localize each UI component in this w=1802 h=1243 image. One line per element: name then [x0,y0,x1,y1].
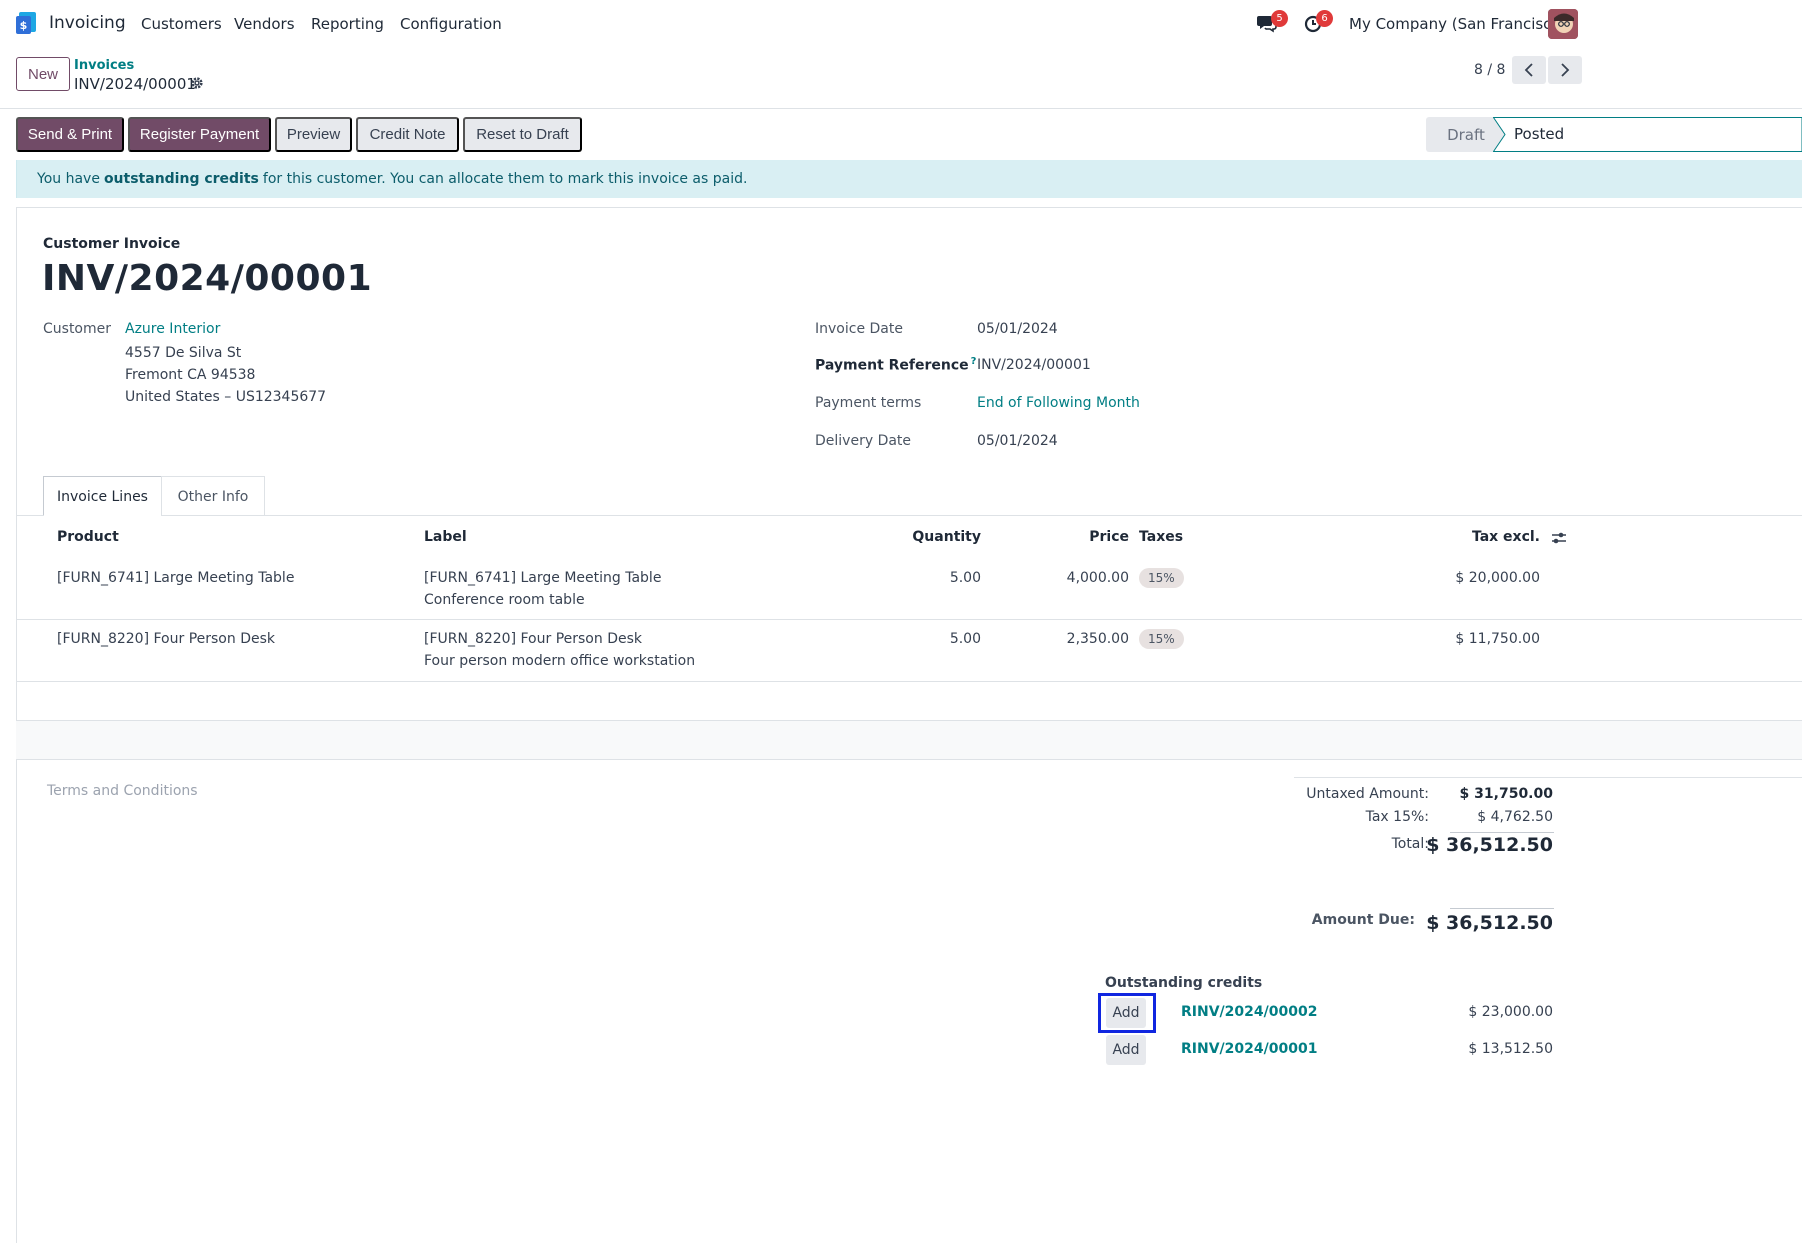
payment-reference-label: Payment Reference? [815,356,976,374]
row1-tax-badge[interactable]: 15% [1139,568,1184,588]
row1-product[interactable]: [FURN_6741] Large Meeting Table [57,570,294,586]
avatar-face-icon [1548,9,1578,39]
tab-invoice-lines[interactable]: Invoice Lines [43,476,162,516]
row1-price[interactable]: 4,000.00 [1020,570,1129,586]
row2-price[interactable]: 2,350.00 [1020,631,1129,647]
row-divider [16,619,1802,620]
payment-terms-value[interactable]: End of Following Month [977,395,1140,411]
row1-quantity[interactable]: 5.00 [880,570,981,586]
terms-conditions-input[interactable]: Terms and Conditions [47,783,198,799]
amount-due-value: $ 36,512.50 [1426,912,1553,934]
totals-divider [1294,777,1802,778]
delivery-date-value[interactable]: 05/01/2024 [977,433,1058,449]
amount-due-label: Amount Due: [1311,912,1415,928]
credit-amount: $ 23,000.00 [1468,1004,1553,1020]
chevron-right-icon [1561,63,1570,77]
column-header-quantity[interactable]: Quantity [880,529,981,545]
credit-ref-link[interactable]: RINV/2024/00001 [1181,1041,1317,1057]
credit-note-button[interactable]: Credit Note [356,117,459,152]
highlight-box [1098,993,1156,1033]
customer-label: Customer [43,321,112,337]
delivery-date-label: Delivery Date [815,433,912,449]
activities-badge: 6 [1316,10,1333,27]
user-avatar[interactable] [1548,9,1578,39]
pager-previous-button[interactable] [1512,56,1546,84]
company-switcher[interactable]: My Company (San Francisco) [1349,15,1566,33]
breadcrumb-invoices[interactable]: Invoices [74,58,134,73]
table-footer-row [16,721,1802,759]
row2-label-line2[interactable]: Four person modern office workstation [424,653,695,669]
messages-badge: 5 [1271,10,1288,27]
column-header-tax-excl[interactable]: Tax excl. [1420,529,1540,545]
row2-tax-badge[interactable]: 15% [1139,629,1184,649]
pager-next-button[interactable] [1548,56,1582,84]
tax-label: Tax 15%: [1365,809,1429,825]
menu-customers[interactable]: Customers [141,15,222,33]
chevron-left-icon [1524,63,1533,77]
control-panel-divider [0,108,1802,109]
payment-reference-label-text: Payment Reference [815,357,969,374]
invoice-date-value[interactable]: 05/01/2024 [977,321,1058,337]
row2-product[interactable]: [FURN_8220] Four Person Desk [57,631,275,647]
tax-value: $ 4,762.50 [1477,809,1553,825]
column-header-price[interactable]: Price [1040,529,1129,545]
top-navbar: $ Invoicing Customers Vendors Reporting … [0,0,1802,48]
column-header-product[interactable]: Product [57,529,119,545]
total-value: $ 36,512.50 [1426,834,1553,856]
alert-suffix: for this customer. You can allocate them… [262,171,748,187]
amount-due-divider [1450,908,1554,909]
status-posted: Posted [1493,117,1802,152]
help-tooltip-icon[interactable]: ? [971,356,977,367]
alert-bold: outstanding credits [103,171,259,187]
credit-ref-link[interactable]: RINV/2024/00002 [1181,1004,1317,1020]
payment-terms-label: Payment terms [815,395,922,411]
add-credit-button[interactable]: Add [1106,1035,1146,1065]
document-type: Customer Invoice [43,236,181,252]
untaxed-amount-label: Untaxed Amount: [1306,786,1429,802]
row2-label-line1[interactable]: [FURN_8220] Four Person Desk [424,631,642,647]
row2-subtotal: $ 11,750.00 [1455,631,1540,647]
row2-quantity[interactable]: 5.00 [880,631,981,647]
pager-value[interactable]: 8 / 8 [1474,62,1505,78]
reset-to-draft-button[interactable]: Reset to Draft [463,117,582,152]
credit-amount: $ 13,512.50 [1468,1041,1553,1057]
row-divider [16,681,1802,682]
status-posted-label: Posted [1514,125,1565,143]
status-draft-label: Draft [1447,125,1485,144]
customer-link[interactable]: Azure Interior [125,321,220,337]
preview-button[interactable]: Preview [275,117,352,152]
column-header-label[interactable]: Label [424,529,467,545]
alert-prefix: You have [37,171,100,187]
tabs-divider [16,515,1802,516]
column-header-taxes[interactable]: Taxes [1139,529,1183,545]
payment-reference-value[interactable]: INV/2024/00001 [977,357,1091,373]
row-divider [16,759,1802,760]
address-line-1: 4557 De Silva St [125,345,242,361]
invoice-number: INV/2024/00001 [42,258,373,299]
menu-reporting[interactable]: Reporting [311,15,384,33]
new-button[interactable]: New [16,57,70,91]
app-name[interactable]: Invoicing [49,13,126,33]
breadcrumb-current: INV/2024/00001 [74,75,196,93]
outstanding-credits-alert: You have outstanding credits for this cu… [16,160,1802,198]
address-line-2: Fremont CA 94538 [125,367,256,383]
row1-label-line2[interactable]: Conference room table [424,592,585,608]
address-line-3: United States – US12345677 [125,389,327,405]
send-print-button[interactable]: Send & Print [16,117,124,152]
outstanding-credits-title: Outstanding credits [1105,975,1263,991]
menu-configuration[interactable]: Configuration [400,15,502,33]
total-divider [1450,832,1554,833]
svg-text:$: $ [20,19,28,32]
row1-label-line1[interactable]: [FURN_6741] Large Meeting Table [424,570,661,586]
untaxed-amount-value: $ 31,750.00 [1459,786,1553,802]
register-payment-button[interactable]: Register Payment [128,117,271,152]
gear-icon[interactable] [190,76,204,90]
optional-columns-icon[interactable] [1551,530,1567,546]
menu-vendors[interactable]: Vendors [234,15,295,33]
active-tab-gap [44,514,161,516]
invoice-date-label: Invoice Date [815,321,903,337]
invoicing-app-icon[interactable]: $ [16,12,38,34]
tab-other-info[interactable]: Other Info [161,476,265,516]
row1-subtotal: $ 20,000.00 [1455,570,1540,586]
